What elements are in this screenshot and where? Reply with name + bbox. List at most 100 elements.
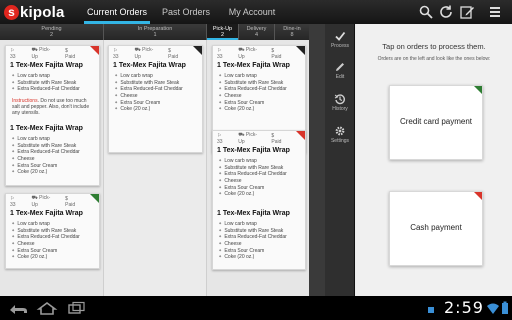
modifier: Low carb wrap bbox=[219, 157, 301, 164]
order-card[interactable]: ⚐ 33 ⛟ Pick-Up $ Paid 1 Tex-Mex Fajita W… bbox=[212, 130, 306, 270]
order-number: ⚐ 33 bbox=[217, 47, 223, 60]
scroll-gutter bbox=[309, 24, 325, 296]
recent-apps-icon[interactable] bbox=[66, 301, 88, 315]
column-tab-dine-in[interactable]: Dine-in 8 bbox=[275, 24, 309, 40]
edit-button[interactable]: Edit bbox=[325, 59, 355, 87]
modifier: Low carb wrap bbox=[12, 135, 95, 142]
order-number: ⚐ 33 bbox=[113, 47, 119, 60]
item-title: 1 Tex-Mex Fajita Wrap bbox=[10, 210, 83, 217]
modifier: Cheese bbox=[115, 92, 198, 99]
search-icon[interactable] bbox=[418, 4, 434, 20]
modifier: Coke (20 oz.) bbox=[12, 168, 95, 175]
modifier: Extra Sour Cream bbox=[219, 99, 301, 106]
detail-subtitle: Orders are on the left and look like the… bbox=[377, 56, 491, 62]
service-type: ⛟ Pick-Up bbox=[238, 132, 258, 145]
column-count: 8 bbox=[290, 32, 294, 38]
back-icon[interactable] bbox=[8, 301, 30, 315]
item-title: 1 Tex-Mex Fajita Wrap bbox=[217, 62, 290, 69]
modifier: Coke (20 oz.) bbox=[219, 253, 301, 260]
cash-label: Cash payment bbox=[410, 223, 462, 232]
column-count: 1 bbox=[153, 32, 157, 38]
refresh-icon[interactable] bbox=[438, 4, 454, 20]
home-icon[interactable] bbox=[36, 301, 58, 315]
column-tab-pending[interactable]: Pending 2 bbox=[0, 24, 103, 40]
modifier: Substitute with Rare Steak bbox=[115, 79, 198, 86]
modifier-list: Low carb wrap Substitute with Rare Steak… bbox=[219, 157, 301, 197]
item-title: 1 Tex-Mex Fajita Wrap bbox=[10, 125, 83, 132]
payment-status: $ Paid bbox=[271, 47, 282, 60]
payment-status: $ Paid bbox=[168, 47, 179, 60]
tab-past-orders[interactable]: Past Orders bbox=[158, 0, 214, 24]
column-count: 4 bbox=[254, 32, 259, 38]
modifier-list: Low carb wrap Substitute with Rare Steak… bbox=[12, 72, 95, 92]
payment-status: $ Paid bbox=[271, 132, 282, 145]
order-card[interactable]: ⚐ 33 ⛟ Pick-Up $ Paid 1 Tex-Mex Fajita W… bbox=[108, 45, 203, 153]
column-tab-in-preparation[interactable]: In Preparation 1 bbox=[104, 24, 206, 40]
order-meta: ⚐ 33 ⛟ Pick-Up $ Paid bbox=[217, 132, 295, 145]
menu-icon[interactable] bbox=[487, 4, 503, 20]
tab-my-account[interactable]: My Account bbox=[224, 0, 280, 24]
edit-label: Edit bbox=[335, 74, 345, 80]
modifier: Low carb wrap bbox=[115, 72, 198, 79]
modifier: Extra Sour Cream bbox=[12, 247, 95, 254]
history-button[interactable]: History bbox=[325, 91, 355, 119]
modifier: Substitute with Rare Steak bbox=[12, 79, 95, 86]
item-title: 1 Tex-Mex Fajita Wrap bbox=[10, 62, 83, 69]
pencil-icon bbox=[336, 63, 344, 71]
modifier-list: Low carb wrap Substitute with Rare Steak… bbox=[12, 220, 95, 260]
item-title: 1 Tex-Mex Fajita Wrap bbox=[113, 62, 186, 69]
gear-icon bbox=[335, 126, 345, 136]
modifier: Extra Reduced-Fat Cheddar bbox=[115, 85, 198, 92]
payment-status: $ Paid bbox=[65, 195, 76, 208]
order-number: ⚐ 33 bbox=[10, 47, 16, 60]
order-card[interactable]: ⚐ 33 ⛟ Pick-Up $ Paid 1 Tex-Mex Fajita W… bbox=[5, 45, 100, 186]
order-meta: ⚐ 33 ⛟ Pick-Up $ Paid bbox=[113, 47, 192, 60]
logo-text: kipola bbox=[20, 3, 65, 21]
modifier-list: Low carb wrap Substitute with Rare Steak… bbox=[115, 72, 198, 112]
modifier: Extra Sour Cream bbox=[12, 162, 95, 169]
column-tab-pick-up[interactable]: Pick-Up 2 bbox=[207, 24, 238, 40]
modifier: Low carb wrap bbox=[219, 220, 301, 227]
item-title: 1 Tex-Mex Fajita Wrap bbox=[217, 210, 290, 217]
process-button[interactable]: Process bbox=[325, 28, 355, 56]
column-tab-delivery[interactable]: Delivery 4 bbox=[239, 24, 274, 40]
order-number: ⚐ 33 bbox=[217, 132, 223, 145]
history-label: History bbox=[332, 106, 348, 112]
skipola-logo: s kipola bbox=[4, 2, 65, 22]
modifier: Extra Reduced-Fat Cheddar bbox=[219, 85, 301, 92]
system-bar: 2:59 bbox=[0, 296, 512, 320]
modifier: Low carb wrap bbox=[12, 72, 95, 79]
order-number: ⚐ 33 bbox=[10, 195, 16, 208]
detail-title: Tap on orders to process them. bbox=[382, 42, 486, 51]
modifier: Extra Sour Cream bbox=[115, 99, 198, 106]
modifier: Coke (20 oz.) bbox=[12, 253, 95, 260]
checkmark-icon bbox=[335, 31, 346, 41]
modifier: Substitute with Rare Steak bbox=[219, 227, 301, 234]
order-meta: ⚐ 33 ⛟ Pick-Up $ Paid bbox=[217, 47, 295, 60]
order-meta: ⚐ 33 ⛟ Pick-Up $ Paid bbox=[10, 195, 89, 208]
modifier: Extra Reduced-Fat Cheddar bbox=[12, 233, 95, 240]
payment-status: $ Paid bbox=[65, 47, 76, 60]
modifier: Cheese bbox=[12, 155, 95, 162]
logo-badge: s bbox=[4, 4, 19, 20]
modifier: Low carb wrap bbox=[219, 72, 301, 79]
edit-icon[interactable] bbox=[459, 4, 475, 20]
modifier-list: Low carb wrap Substitute with Rare Steak… bbox=[219, 72, 301, 112]
credit-card-label: Credit card payment bbox=[399, 117, 473, 126]
modifier: Cheese bbox=[219, 240, 301, 247]
tab-current-orders[interactable]: Current Orders bbox=[84, 0, 150, 24]
special-instructions: Instructions. Do not use too much salt a… bbox=[12, 98, 95, 117]
modifier: Extra Reduced-Fat Cheddar bbox=[12, 148, 95, 155]
service-type: ⛟ Pick-Up bbox=[134, 47, 154, 60]
modifier: Substitute with Rare Steak bbox=[219, 79, 301, 86]
service-type: ⛟ Pick-Up bbox=[238, 47, 258, 60]
modifier: Extra Reduced-Fat Cheddar bbox=[12, 85, 95, 92]
order-card[interactable]: ⚐ 33 ⛟ Pick-Up $ Paid 1 Tex-Mex Fajita W… bbox=[5, 193, 100, 269]
modifier: Extra Sour Cream bbox=[219, 184, 301, 191]
action-sidebar: Process Edit History Settings bbox=[325, 24, 355, 296]
settings-button[interactable]: Settings bbox=[325, 123, 355, 151]
modifier: Coke (20 oz.) bbox=[115, 105, 198, 112]
column-tabs: Pending 2 In Preparation 1 Pick-Up 2 Del… bbox=[0, 24, 309, 40]
action-bar: s kipola Current Orders Past Orders My A… bbox=[0, 0, 512, 24]
item-title: 1 Tex-Mex Fajita Wrap bbox=[217, 147, 290, 154]
